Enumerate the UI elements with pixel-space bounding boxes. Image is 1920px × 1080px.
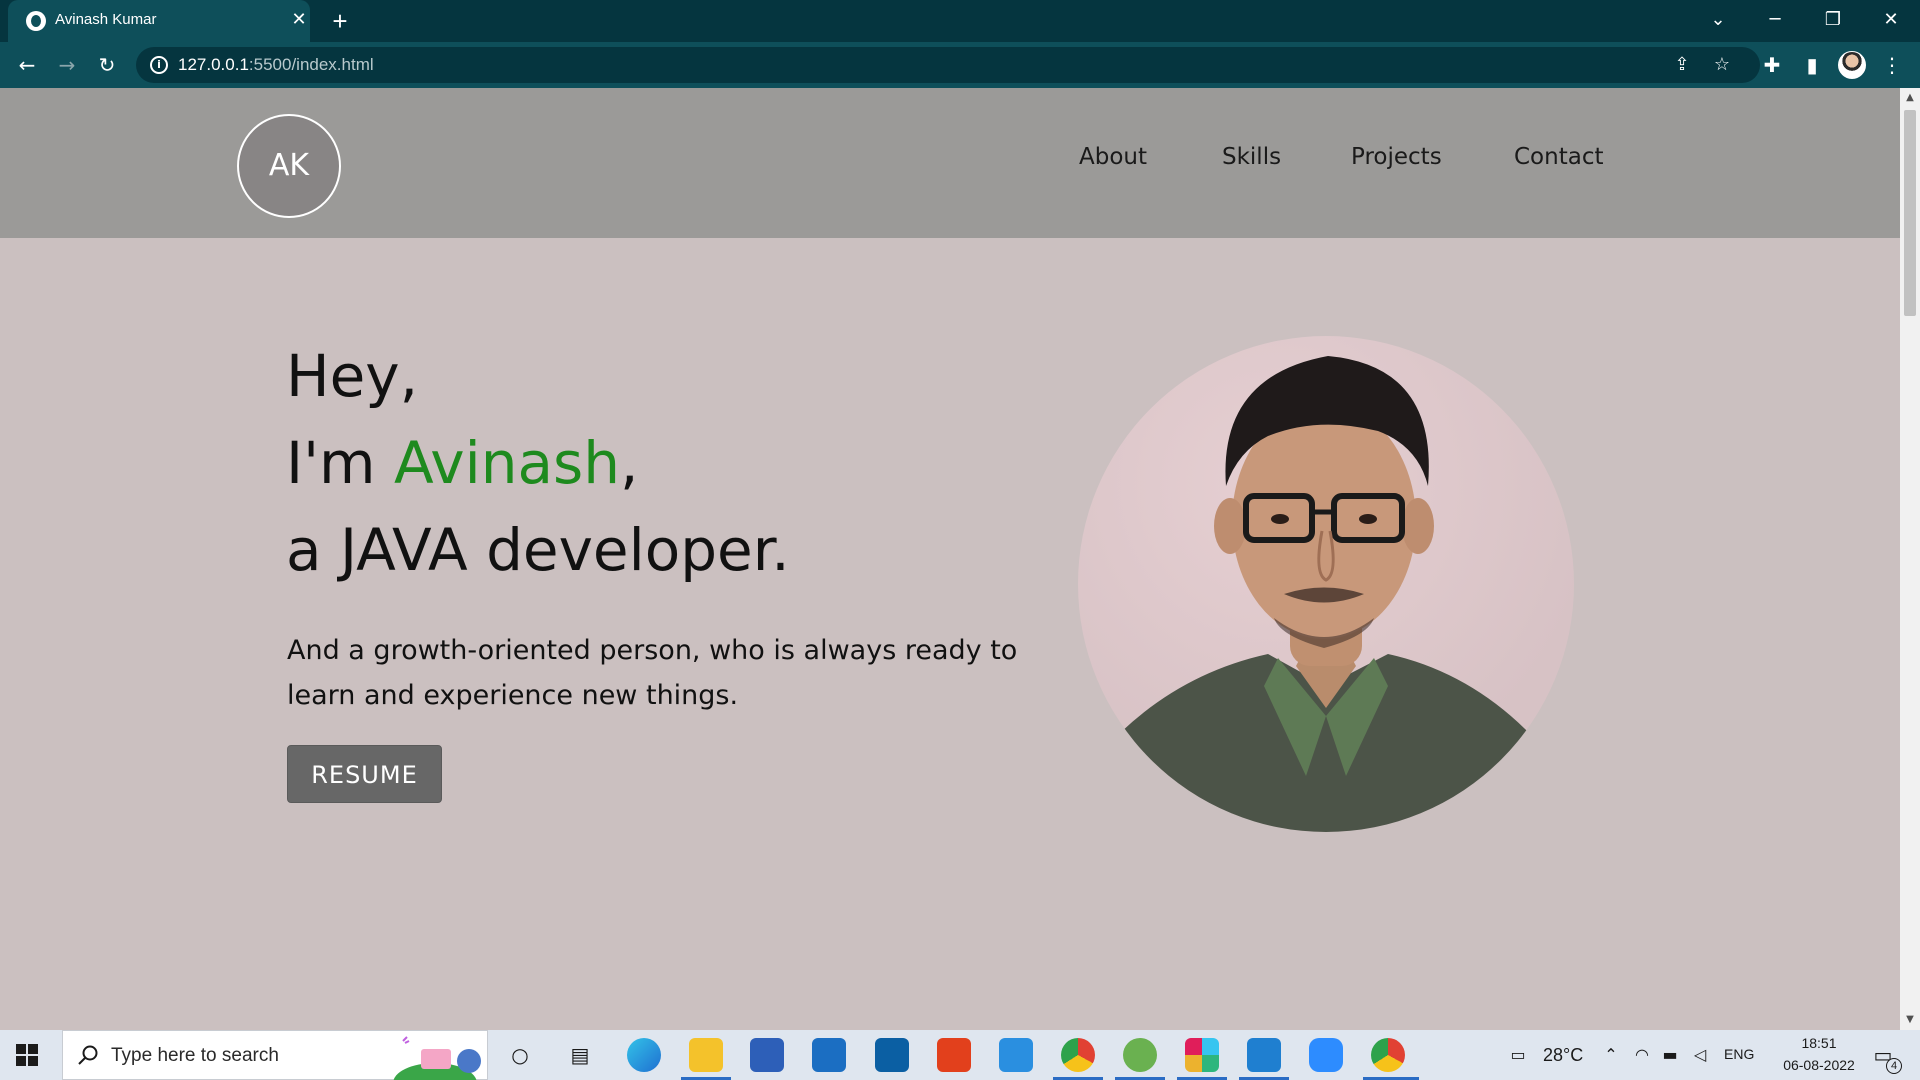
hero-intro: I'm Avinash, — [286, 429, 638, 497]
portrait-illustration — [1078, 356, 1574, 832]
close-tab-icon[interactable]: ✕ — [288, 9, 310, 31]
windows-taskbar: Type here to search ○ ▤ ▭ 28°C ⌃ ◠ ▬ ◁ E… — [0, 1030, 1920, 1080]
edge-icon[interactable] — [627, 1038, 661, 1072]
new-tab-button[interactable]: + — [326, 7, 354, 35]
input-language[interactable]: ENG — [1724, 1046, 1754, 1062]
search-placeholder: Type here to search — [111, 1045, 279, 1066]
restore-icon[interactable]: ❐ — [1810, 4, 1856, 36]
weather-temperature[interactable]: 28°C — [1543, 1045, 1583, 1066]
site-logo[interactable]: AK — [237, 114, 341, 218]
mail-icon[interactable] — [812, 1038, 846, 1072]
spring-tool-icon[interactable] — [1123, 1038, 1157, 1072]
slack-icon[interactable] — [1185, 1038, 1219, 1072]
windows-start-icon[interactable] — [16, 1044, 38, 1066]
web-page: AK About Skills Projects Contact Hey, I'… — [0, 88, 1900, 1030]
site-header: AK About Skills Projects Contact — [0, 88, 1900, 238]
hero-intro-prefix: I'm — [286, 429, 394, 497]
browser-tab[interactable]: Avinash Kumar ✕ — [8, 0, 310, 42]
store-icon[interactable] — [750, 1038, 784, 1072]
tab-search-icon[interactable]: ⌄ — [1695, 4, 1741, 36]
search-highlight-icon — [393, 1036, 481, 1080]
page-scrollbar[interactable]: ▲ ▼ — [1900, 88, 1920, 1030]
side-panel-icon[interactable]: ▮ — [1796, 49, 1828, 81]
show-hidden-icons[interactable]: ⌃ — [1601, 1046, 1621, 1064]
battery-icon[interactable]: ▬ — [1660, 1046, 1680, 1064]
extensions-icon[interactable]: ✚ — [1756, 49, 1788, 81]
dell-icon[interactable] — [875, 1038, 909, 1072]
search-icon — [78, 1045, 98, 1065]
clock-time[interactable]: 18:51 — [1790, 1035, 1848, 1051]
scrollbar-thumb[interactable] — [1904, 110, 1916, 316]
resume-button[interactable]: RESUME — [287, 745, 442, 803]
nav-skills[interactable]: Skills — [1222, 144, 1281, 170]
volume-icon[interactable]: ◁ — [1690, 1046, 1710, 1064]
task-view-icon[interactable]: ▤ — [568, 1045, 592, 1065]
wifi-icon[interactable]: ◠ — [1632, 1046, 1652, 1064]
hero-intro-suffix: , — [620, 429, 639, 497]
notification-count-badge: 4 — [1886, 1058, 1902, 1074]
weather-icon[interactable]: ▭ — [1503, 1046, 1533, 1064]
tab-title: Avinash Kumar — [55, 11, 157, 28]
close-window-icon[interactable]: ✕ — [1868, 4, 1914, 36]
cortana-icon[interactable]: ○ — [508, 1045, 532, 1065]
forward-icon[interactable]: → — [51, 49, 83, 81]
scroll-down-icon[interactable]: ▼ — [1904, 1014, 1916, 1026]
hero-role: a JAVA developer. — [286, 516, 790, 584]
hero-tagline: And a growth-oriented person, who is alw… — [287, 635, 1018, 711]
file-explorer-icon[interactable] — [689, 1038, 723, 1072]
browser-tab-strip: Avinash Kumar ✕ + ⌄ ─ ❐ ✕ — [0, 0, 1920, 42]
bookmark-star-icon[interactable]: ☆ — [1708, 51, 1736, 79]
site-info-icon[interactable]: i — [150, 56, 168, 74]
zoom-icon[interactable] — [1309, 1038, 1343, 1072]
chrome-icon[interactable] — [1371, 1038, 1405, 1072]
scroll-up-icon[interactable]: ▲ — [1904, 92, 1916, 104]
address-bar[interactable]: i 127.0.0.1:5500/index.html ⇪ ☆ — [136, 47, 1760, 83]
profile-photo — [1078, 336, 1574, 832]
nav-contact[interactable]: Contact — [1514, 144, 1603, 170]
notes-icon[interactable] — [999, 1038, 1033, 1072]
share-icon[interactable]: ⇪ — [1668, 51, 1696, 79]
hero-name: Avinash — [394, 429, 620, 497]
globe-icon — [26, 11, 46, 31]
nav-projects[interactable]: Projects — [1351, 144, 1442, 170]
office-icon[interactable] — [937, 1038, 971, 1072]
url-text[interactable]: 127.0.0.1:5500/index.html — [178, 55, 374, 75]
back-icon[interactable]: ← — [11, 49, 43, 81]
menu-kebab-icon[interactable]: ⋮ — [1876, 49, 1908, 81]
taskbar-search[interactable]: Type here to search — [62, 1030, 488, 1080]
nav-about[interactable]: About — [1079, 144, 1147, 170]
clock-date[interactable]: 06-08-2022 — [1768, 1057, 1870, 1073]
chrome-profile-icon[interactable] — [1061, 1038, 1095, 1072]
hero-greeting: Hey, — [286, 342, 419, 410]
vscode-icon[interactable] — [1247, 1038, 1281, 1072]
reload-icon[interactable]: ↻ — [91, 49, 123, 81]
minimize-icon[interactable]: ─ — [1752, 4, 1798, 36]
browser-toolbar: ← → ↻ i 127.0.0.1:5500/index.html ⇪ ☆ ✚ … — [0, 42, 1920, 88]
profile-avatar[interactable] — [1838, 51, 1866, 79]
